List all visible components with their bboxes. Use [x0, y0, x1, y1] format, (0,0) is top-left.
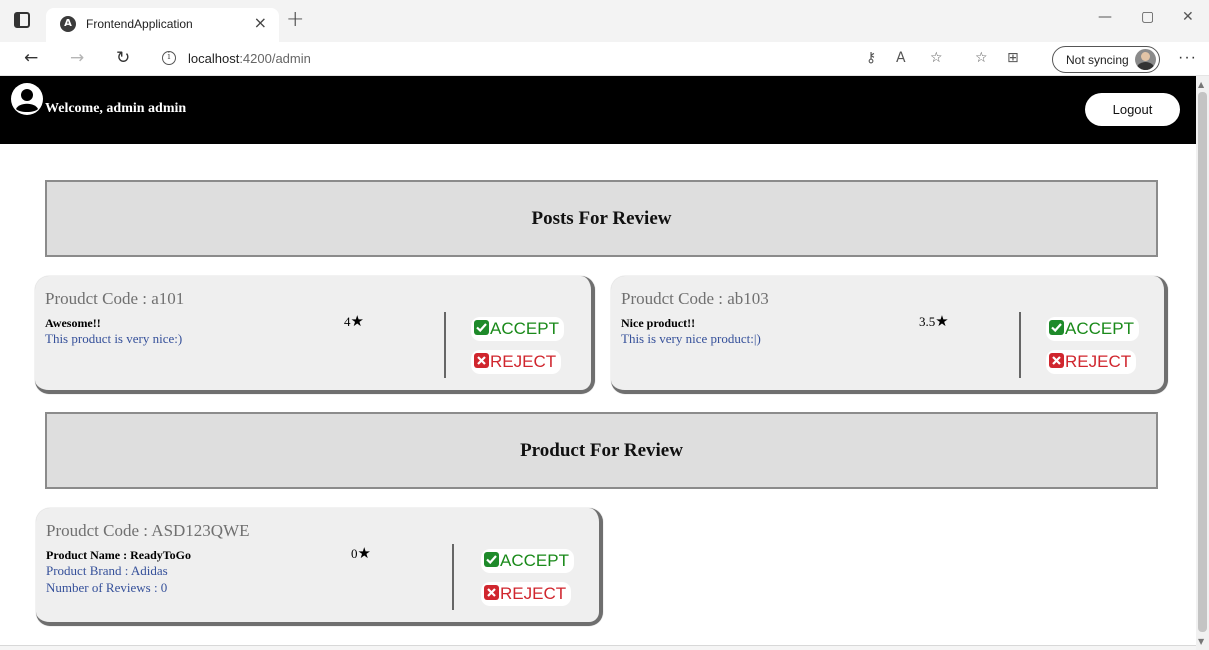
minimize-icon[interactable]: —: [1098, 9, 1112, 25]
rating: 3.5★: [919, 312, 949, 330]
divider: [452, 544, 454, 610]
post-body: This product is very nice:): [45, 331, 183, 346]
rating-value: 3.5: [919, 314, 936, 329]
post-card: Proudct Code : a101 Awesome!! This produ…: [35, 276, 595, 394]
scroll-up-icon[interactable]: ▲: [1198, 80, 1204, 89]
url-path: :4200/admin: [239, 51, 311, 66]
scroll-down-icon[interactable]: ▼: [1198, 637, 1204, 646]
close-tab-icon[interactable]: ×: [254, 13, 267, 32]
more-icon[interactable]: ···: [1178, 49, 1197, 67]
app-header: Welcome, admin admin Logout: [0, 76, 1196, 144]
forward-icon: →: [70, 48, 85, 68]
url-host: localhost: [188, 51, 240, 66]
page-scrollbar[interactable]: ▲ ▼: [1196, 76, 1209, 650]
favorite-add-icon[interactable]: ☆: [930, 50, 943, 66]
star-icon: ★: [357, 544, 371, 562]
profile-label: Not syncing: [1066, 53, 1129, 67]
x-icon: [474, 353, 489, 368]
scroll-thumb[interactable]: [1198, 92, 1207, 632]
rating: 4★: [344, 312, 364, 330]
site-info-icon[interactable]: i: [162, 51, 176, 65]
accept-label: ACCEPT: [490, 319, 559, 338]
post-title: Nice product!!: [621, 316, 696, 330]
product-brand: Product Brand : Adidas: [46, 563, 168, 578]
back-icon[interactable]: ←: [24, 48, 38, 68]
accept-label: ACCEPT: [1065, 319, 1134, 338]
accept-button[interactable]: ACCEPT: [1046, 317, 1139, 341]
refresh-icon[interactable]: ↻: [116, 48, 130, 68]
favorites-icon[interactable]: ☆: [975, 50, 988, 66]
page-bottom-edge: [0, 645, 1196, 650]
profile-button[interactable]: Not syncing: [1052, 46, 1160, 73]
read-aloud-icon[interactable]: A: [896, 50, 906, 66]
check-icon: [484, 552, 499, 567]
tab-actions-icon[interactable]: [14, 12, 30, 28]
tab-title: FrontendApplication: [86, 17, 193, 31]
x-icon: [484, 585, 499, 600]
product-code: Proudct Code : ASD123QWE: [46, 521, 250, 540]
product-card: Proudct Code : ASD123QWE Product Name : …: [36, 508, 603, 626]
rating: 0★: [351, 544, 371, 562]
reject-label: REJECT: [1065, 352, 1132, 371]
product-code: Proudct Code : ab103: [621, 289, 769, 308]
post-card: Proudct Code : ab103 Nice product!! This…: [611, 276, 1168, 394]
check-icon: [1049, 320, 1064, 335]
x-icon: [1049, 353, 1064, 368]
browser-tab[interactable]: A FrontendApplication ×: [46, 8, 279, 42]
star-icon: ★: [935, 312, 949, 330]
reject-button[interactable]: REJECT: [1046, 350, 1137, 374]
reject-button[interactable]: REJECT: [481, 582, 572, 606]
user-icon: [11, 83, 43, 115]
reject-label: REJECT: [500, 584, 567, 603]
divider: [444, 312, 446, 378]
posts-section-title: Posts For Review: [45, 180, 1158, 257]
url-field[interactable]: localhost:4200/admin: [188, 51, 311, 66]
welcome-text: Welcome, admin admin: [45, 101, 187, 116]
browser-tab-bar: A FrontendApplication × + — ▢ ✕: [0, 0, 1209, 42]
browser-address-bar: ← → ↻ i localhost:4200/admin ⚷ A ☆ ☆ ⊞ N…: [0, 42, 1209, 76]
product-code: Proudct Code : a101: [45, 289, 185, 308]
reject-label: REJECT: [490, 352, 557, 371]
close-window-icon[interactable]: ✕: [1182, 9, 1194, 25]
logout-button[interactable]: Logout: [1085, 93, 1180, 126]
reject-button[interactable]: REJECT: [471, 350, 562, 374]
key-icon[interactable]: ⚷: [866, 50, 876, 66]
restore-icon[interactable]: ▢: [1141, 9, 1154, 25]
collections-icon[interactable]: ⊞: [1007, 50, 1019, 66]
product-name: Product Name : ReadyToGo: [46, 548, 191, 562]
new-tab-button[interactable]: +: [286, 7, 304, 32]
accept-label: ACCEPT: [500, 551, 569, 570]
post-body: This is very nice product:|): [621, 331, 761, 346]
post-title: Awesome!!: [45, 316, 101, 330]
star-icon: ★: [350, 312, 364, 330]
angular-icon: A: [60, 16, 76, 32]
review-count: Number of Reviews : 0: [46, 580, 168, 595]
divider: [1019, 312, 1021, 378]
products-section-title: Product For Review: [45, 412, 1158, 489]
check-icon: [474, 320, 489, 335]
accept-button[interactable]: ACCEPT: [481, 549, 574, 573]
accept-button[interactable]: ACCEPT: [471, 317, 564, 341]
avatar: [1135, 49, 1156, 70]
